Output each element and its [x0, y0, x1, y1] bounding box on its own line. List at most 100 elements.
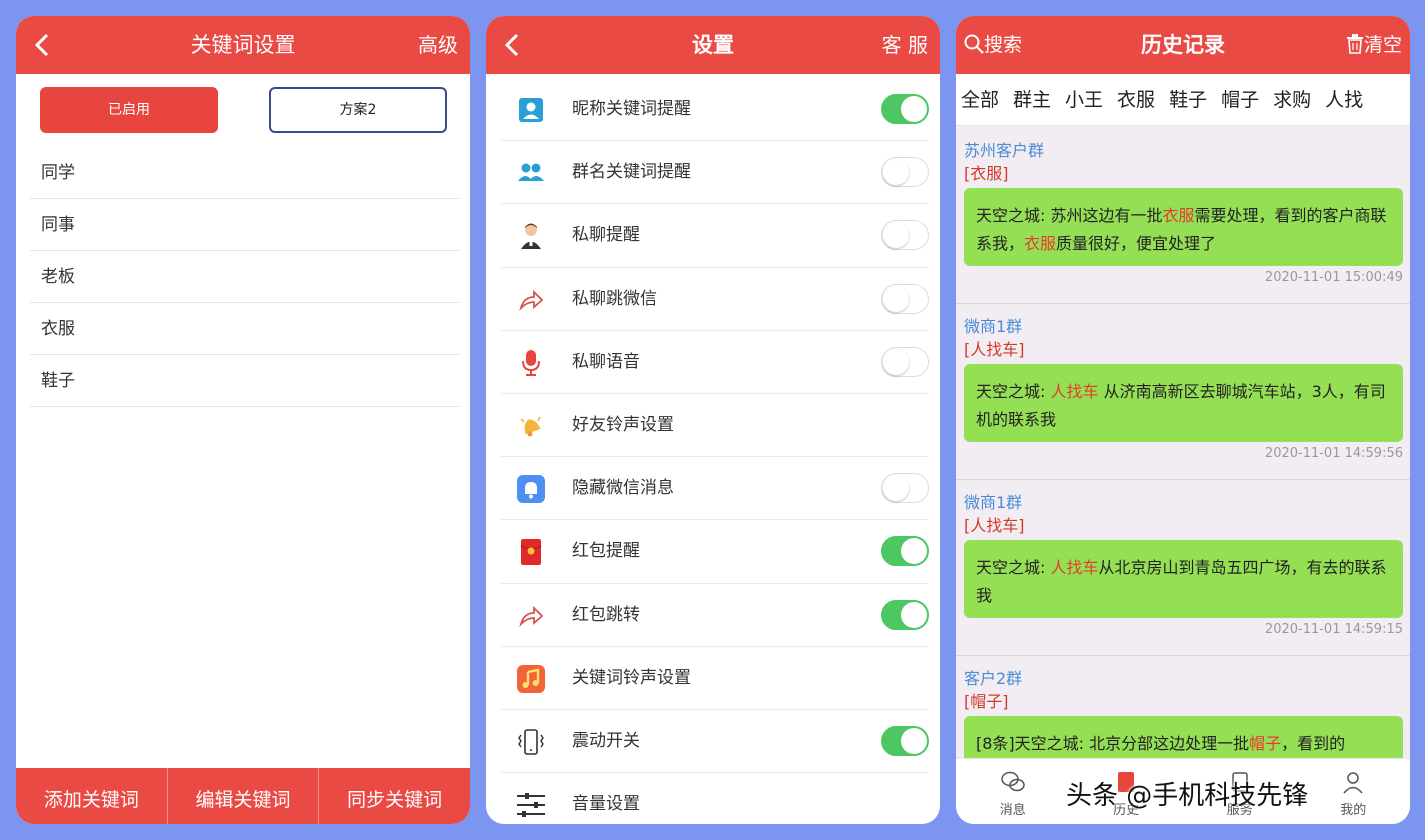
- message-text: 质量很好，便宜处理了: [1056, 234, 1217, 253]
- message-bubble[interactable]: 天空之城: 苏州这边有一批衣服需要处理，看到的客户商联系我，衣服质量很好，便宜处…: [964, 188, 1403, 266]
- filter-tab[interactable]: 求购: [1273, 74, 1311, 125]
- message-bubble[interactable]: 天空之城: 人找车从北京房山到青岛五四广场，有去的联系我: [964, 540, 1403, 618]
- setting-keyword-ringtone[interactable]: 关键词铃声设置: [500, 647, 929, 710]
- setting-private-chat-alert[interactable]: 私聊提醒: [500, 204, 929, 268]
- toggle-switch[interactable]: [881, 473, 929, 504]
- setting-label: 隐藏微信消息: [572, 478, 674, 499]
- edit-keyword-button[interactable]: 编辑关键词: [168, 768, 320, 824]
- tab-mine[interactable]: 我的: [1297, 759, 1411, 824]
- setting-label: 昵称关键词提醒: [572, 99, 691, 119]
- setting-label: 好友铃声设置: [572, 414, 674, 435]
- message-keyword: 衣服: [1024, 234, 1057, 253]
- setting-red-envelope-jump[interactable]: 红包跳转: [500, 584, 929, 647]
- filter-tab[interactable]: 小王: [1065, 74, 1103, 125]
- setting-label: 关键词铃声设置: [572, 667, 691, 688]
- sync-keyword-button[interactable]: 同步关键词: [319, 768, 470, 824]
- filter-tab[interactable]: 群主: [1013, 74, 1051, 125]
- toggle-switch[interactable]: [881, 283, 929, 314]
- group-icon: [516, 158, 546, 188]
- group-name: 微商1群: [964, 493, 1023, 512]
- toggle-switch[interactable]: [881, 157, 929, 188]
- plan-button[interactable]: 方案2: [269, 87, 447, 133]
- tab-messages[interactable]: 消息: [956, 759, 1070, 824]
- group-name: 客户2群: [964, 669, 1023, 688]
- keyword-item[interactable]: 衣服: [30, 303, 459, 355]
- message-keyword: 人找车: [1050, 558, 1099, 577]
- keyword-item[interactable]: 老板: [30, 251, 459, 303]
- sliders-icon: [516, 790, 546, 820]
- profile-icon: [1343, 772, 1363, 794]
- setting-label: 私聊跳微信: [572, 288, 657, 309]
- setting-friend-ringtone[interactable]: 好友铃声设置: [500, 394, 929, 458]
- advanced-button[interactable]: 高级: [418, 16, 458, 74]
- clear-label: 清空: [1363, 34, 1402, 56]
- bottom-tab-bar: 消息 历史 服务 我的 头条 @手机科技先锋: [956, 758, 1410, 824]
- filter-tab[interactable]: 全部: [961, 74, 999, 125]
- message-text: 天空之城: 苏州这边有一批: [976, 206, 1163, 225]
- setting-label: 红包跳转: [572, 604, 640, 625]
- filter-tab[interactable]: 帽子: [1221, 74, 1259, 125]
- message-bubble[interactable]: [8条]天空之城: 北京分部这边处理一批帽子，看到的: [964, 716, 1403, 758]
- setting-volume[interactable]: 音量设置: [500, 773, 929, 824]
- setting-hide-wechat-message[interactable]: 隐藏微信消息: [500, 457, 929, 521]
- toggle-switch[interactable]: [881, 536, 929, 567]
- customer-service-button[interactable]: 客 服: [882, 16, 928, 74]
- toggle-switch[interactable]: [881, 725, 929, 756]
- setting-red-envelope-alert[interactable]: 红包提醒: [500, 520, 929, 584]
- timestamp: 2020-11-01 14:59:56: [1264, 446, 1403, 461]
- filter-tab[interactable]: 鞋子: [1169, 74, 1207, 125]
- toggle-switch[interactable]: [881, 599, 929, 630]
- group-name: 微商1群: [964, 317, 1023, 336]
- history-record: 微商1群 [人找车] 天空之城: 人找车从北京房山到青岛五四广场，有去的联系我 …: [956, 480, 1410, 656]
- filter-tab[interactable]: 衣服: [1117, 74, 1155, 125]
- top-bar: 关键词设置 高级: [16, 16, 470, 74]
- setting-private-chat-voice[interactable]: 私聊语音: [500, 331, 929, 394]
- setting-label: 音量设置: [572, 794, 640, 815]
- toggle-switch[interactable]: [881, 346, 929, 377]
- message-bubble[interactable]: 天空之城: 人找车 从济南高新区去聊城汽车站，3人，有司机的联系我: [964, 364, 1403, 442]
- keyword-tag: [衣服]: [964, 164, 1009, 183]
- settings-list: 昵称关键词提醒 群名关键词提醒 私聊提醒 私聊跳微信 私聊语音 好友铃声设置 隐…: [500, 78, 929, 824]
- add-keyword-button[interactable]: 添加关键词: [16, 768, 168, 824]
- page-title: 历史记录: [1141, 33, 1225, 57]
- history-feed: 苏州客户群 [衣服] 天空之城: 苏州这边有一批衣服需要处理，看到的客户商联系我…: [956, 128, 1410, 758]
- keyword-item[interactable]: 鞋子: [30, 355, 459, 407]
- keyword-item[interactable]: 同事: [30, 199, 459, 251]
- microphone-icon: [516, 348, 546, 378]
- setting-vibration-switch[interactable]: 震动开关: [500, 710, 929, 774]
- toggle-switch[interactable]: [881, 94, 929, 124]
- toggle-switch[interactable]: [881, 220, 929, 251]
- message-text: 天空之城:: [976, 382, 1051, 401]
- setting-private-chat-jump-wechat[interactable]: 私聊跳微信: [500, 268, 929, 331]
- keyword-item[interactable]: 同学: [30, 147, 459, 199]
- page-title: 设置: [692, 33, 734, 57]
- keyword-tag: [人找车]: [964, 516, 1025, 535]
- message-text: 天空之城:: [976, 558, 1051, 577]
- page-title: 关键词设置: [190, 33, 296, 57]
- bottom-actions: 添加关键词 编辑关键词 同步关键词: [16, 768, 470, 824]
- person-icon: [516, 221, 546, 251]
- enabled-button[interactable]: 已启用: [40, 87, 218, 133]
- setting-group-keyword-alert[interactable]: 群名关键词提醒: [500, 141, 929, 205]
- trash-icon: [1346, 34, 1363, 54]
- tab-label: 消息: [999, 803, 1026, 818]
- keyword-tag: [人找车]: [964, 340, 1025, 359]
- setting-label: 私聊提醒: [572, 225, 640, 246]
- music-note-icon: [516, 664, 546, 694]
- clear-button[interactable]: 清空: [1346, 16, 1402, 74]
- filter-tab[interactable]: 人找: [1325, 74, 1363, 125]
- filter-tabs: 全部 群主 小王 衣服 鞋子 帽子 求购 人找: [956, 74, 1410, 126]
- message-keyword: 帽子: [1249, 734, 1282, 753]
- red-envelope-icon: [516, 537, 546, 567]
- message-text: [8条]天空之城: 北京分部这边处理一批: [976, 734, 1250, 753]
- timestamp: 2020-11-01 14:59:15: [1264, 622, 1403, 637]
- keyword-settings-screen: 关键词设置 高级 已启用 方案2 同学 同事 老板 衣服 鞋子 添加关键词 编辑…: [16, 16, 470, 824]
- user-card-icon: [516, 95, 546, 125]
- top-bar: 搜索 历史记录 清空: [956, 16, 1410, 74]
- watermark: 头条 @手机科技先锋: [1066, 781, 1309, 811]
- history-record: 客户2群 [帽子] [8条]天空之城: 北京分部这边处理一批帽子，看到的: [956, 656, 1410, 758]
- history-record: 苏州客户群 [衣服] 天空之城: 苏州这边有一批衣服需要处理，看到的客户商联系我…: [956, 128, 1410, 304]
- history-screen: 搜索 历史记录 清空 全部 群主 小王 衣服 鞋子 帽子 求购 人找 苏州客户群 [衣服] 天…: [956, 16, 1410, 824]
- notification-icon: [516, 474, 546, 504]
- setting-nickname-keyword-alert[interactable]: 昵称关键词提醒: [500, 78, 929, 142]
